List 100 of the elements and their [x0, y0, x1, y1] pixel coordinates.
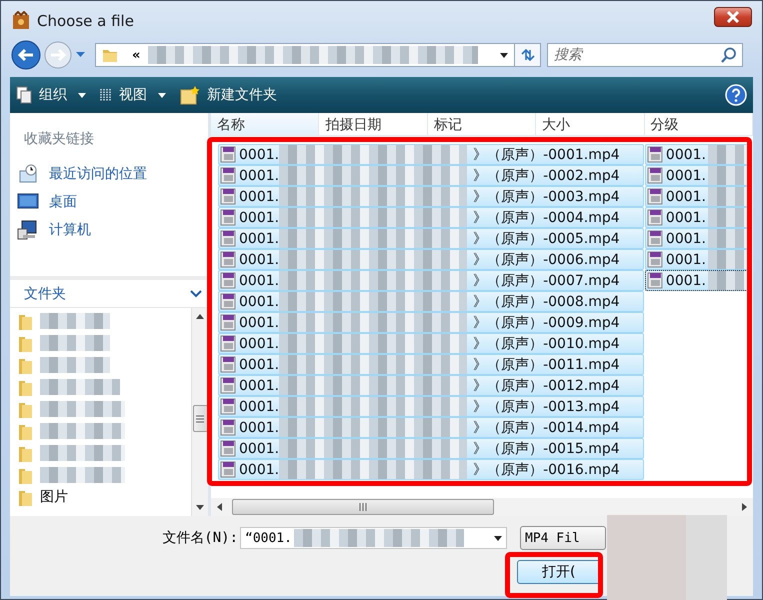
back-button[interactable]: [11, 40, 41, 70]
file-item[interactable]: 0001. 》（原声）-0010.mp4: [218, 333, 644, 354]
file-item[interactable]: 0001. 》（原声）-0011.mp4: [218, 354, 644, 375]
file-item[interactable]: 0001.: [645, 165, 749, 186]
scroll-down-icon: [196, 505, 204, 510]
column-header[interactable]: 名称: [211, 113, 320, 135]
file-item[interactable]: 0001. 》（原声）-0009.mp4: [218, 312, 644, 333]
folders-header[interactable]: 文件夹: [10, 276, 208, 307]
folder-icon: [18, 312, 34, 330]
views-button[interactable]: 视图: [100, 81, 166, 109]
views-icon: [100, 88, 112, 102]
file-item[interactable]: 0001. 》（原声）-0014.mp4: [218, 417, 644, 438]
horizontal-scrollbar[interactable]: [211, 498, 753, 516]
pages-icon: [16, 86, 32, 104]
scroll-left-icon: [217, 503, 222, 511]
folder-icon: [18, 334, 34, 352]
folder-icon: [102, 47, 118, 63]
refresh-icon: [520, 48, 536, 62]
folder-icon: [18, 466, 34, 484]
file-item[interactable]: 0001. 》（原声）-0007.mp4: [218, 270, 644, 291]
blurred-text: [708, 187, 748, 206]
favorite-link[interactable]: 计算机: [10, 216, 208, 244]
scroll-thumb[interactable]: [232, 499, 494, 515]
file-item[interactable]: 0001. 》（原声）-0005.mp4: [218, 228, 644, 249]
folder-icon: [18, 400, 34, 418]
folder-icon: [18, 444, 34, 462]
caret-icon: [158, 92, 166, 98]
file-item[interactable]: 0001.: [645, 144, 749, 165]
search-icon: [721, 47, 737, 63]
folder-icon: [18, 488, 34, 506]
blurred-text: [708, 166, 748, 185]
new-folder-button[interactable]: 新建文件夹: [180, 81, 277, 109]
video-file-icon: [647, 251, 663, 268]
new-folder-icon: [180, 85, 200, 105]
video-file-icon: [220, 461, 236, 478]
blurred-text: [708, 271, 748, 290]
folder-icon: [18, 422, 34, 440]
tree-item[interactable]: 图片: [40, 488, 68, 506]
file-item[interactable]: 0001. 》（原声）-0006.mp4: [218, 249, 644, 270]
file-item[interactable]: 0001. 》（原声）-0004.mp4: [218, 207, 644, 228]
file-name-field[interactable]: “0001.: [240, 527, 507, 549]
video-file-icon: [220, 356, 236, 373]
file-item[interactable]: 0001. 》（原声）-0003.mp4: [218, 186, 644, 207]
folder-icon: [18, 378, 34, 396]
video-file-icon: [220, 440, 236, 457]
video-file-icon: [220, 377, 236, 394]
clock-icon: [17, 163, 39, 185]
video-file-icon: [647, 272, 663, 289]
window-title: Choose a file: [37, 12, 135, 30]
scroll-thumb[interactable]: [192, 405, 208, 432]
dropdown-arrow-icon: [500, 52, 508, 58]
video-file-icon: [647, 167, 663, 184]
section-heading: 收藏夹链接: [23, 130, 95, 149]
folder-icon: [18, 356, 34, 374]
file-item[interactable]: 0001. 》（原声）-0015.mp4: [218, 438, 644, 459]
video-file-icon: [220, 314, 236, 331]
vertical-scrollbar[interactable]: [191, 308, 208, 516]
file-item[interactable]: 0001. 》（原声）-0001.mp4: [218, 144, 644, 165]
file-item[interactable]: 0001. 》（原声）-0016.mp4: [218, 459, 644, 480]
video-file-icon: [220, 335, 236, 352]
video-file-icon: [220, 188, 236, 205]
scroll-up-icon: [196, 314, 204, 319]
file-type-dropdown[interactable]: MP4 Fil: [520, 526, 606, 550]
file-item[interactable]: 0001.: [645, 270, 749, 291]
close-button[interactable]: [714, 6, 752, 26]
breadcrumb-chevron: «: [132, 48, 140, 62]
file-item[interactable]: 0001.: [645, 249, 749, 270]
file-item[interactable]: 0001. 》（原声）-0002.mp4: [218, 165, 644, 186]
blurred-text: [708, 250, 748, 269]
video-file-icon: [220, 251, 236, 268]
favorite-link[interactable]: 桌面: [10, 188, 208, 216]
video-file-icon: [647, 146, 663, 163]
caret-icon: [78, 92, 86, 98]
file-item[interactable]: 0001.: [645, 207, 749, 228]
file-item[interactable]: 0001. 》（原声）-0012.mp4: [218, 375, 644, 396]
search-field[interactable]: 搜索: [547, 43, 743, 67]
field-label: 文件名(N):: [161, 529, 239, 547]
column-header[interactable]: 分级: [644, 113, 754, 135]
video-file-icon: [647, 209, 663, 226]
video-file-icon: [220, 167, 236, 184]
file-item[interactable]: 0001.: [645, 228, 749, 249]
help-button[interactable]: [725, 84, 747, 106]
file-item[interactable]: 0001. 》（原声）-0013.mp4: [218, 396, 644, 417]
organize-button[interactable]: 组织: [16, 81, 86, 109]
file-item[interactable]: 0001.: [645, 186, 749, 207]
close-icon: [726, 10, 740, 22]
video-file-icon: [220, 293, 236, 310]
video-file-icon: [220, 398, 236, 415]
video-file-icon: [220, 419, 236, 436]
video-file-icon: [647, 230, 663, 247]
blurred-text: [708, 145, 748, 164]
video-file-icon: [220, 230, 236, 247]
video-file-icon: [220, 209, 236, 226]
video-file-icon: [220, 146, 236, 163]
address-bar[interactable]: «: [95, 43, 515, 67]
refresh-button[interactable]: [515, 43, 541, 67]
video-file-icon: [220, 272, 236, 289]
scroll-right-icon: [742, 503, 747, 511]
favorite-link[interactable]: 最近访问的位置: [10, 160, 208, 188]
file-item[interactable]: 0001. 》（原声）-0008.mp4: [218, 291, 644, 312]
